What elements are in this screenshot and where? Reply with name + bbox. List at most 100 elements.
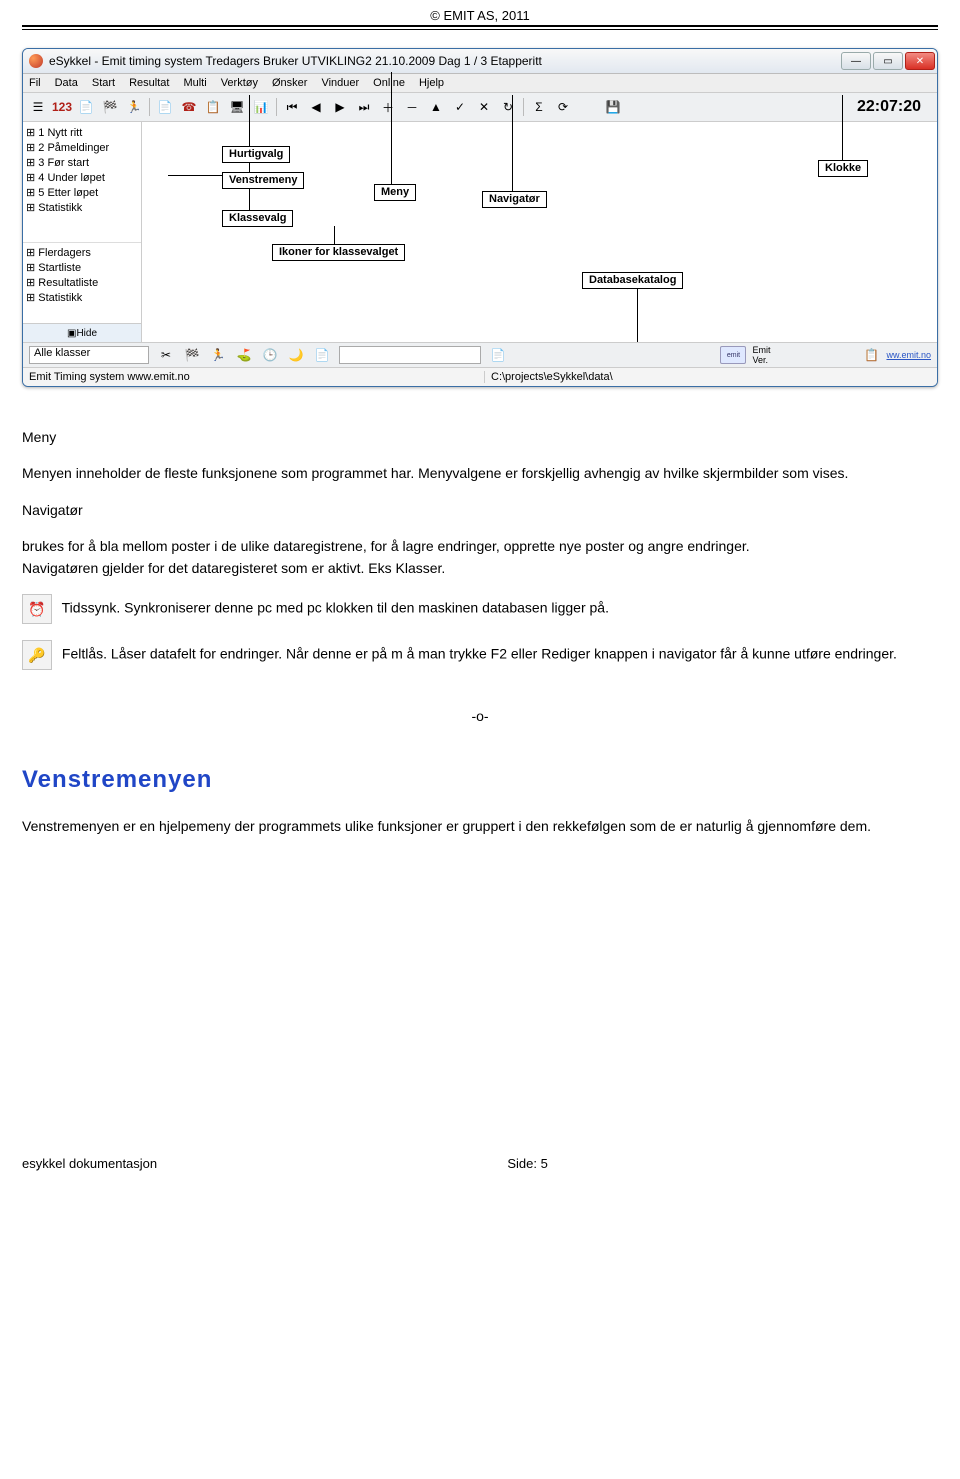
nav-item[interactable]: ⊞ 4 Under løpet (26, 170, 141, 185)
nav-check-icon[interactable]: ✓ (451, 98, 469, 116)
hide-button[interactable]: ▣ Hide (23, 323, 141, 342)
bottom-icon[interactable]: 🌙 (287, 346, 305, 364)
toolbar-icon[interactable]: 📋 (204, 98, 222, 116)
tidssynk-paragraph: ⏰ Tidssynk. Synkroniserer denne pc med p… (22, 594, 938, 624)
section-text: brukes for å bla mellom poster i de ulik… (22, 536, 938, 556)
nav-refresh-icon[interactable]: ↻ (499, 98, 517, 116)
callout-line (637, 287, 638, 342)
section-heading-meny: Meny (22, 427, 938, 447)
minimize-button[interactable]: — (841, 52, 871, 70)
bottom-icon[interactable]: ⛳ (235, 346, 253, 364)
toolbar-icon[interactable]: 🖥 (228, 98, 246, 116)
bottom-icon[interactable]: 🕒 (261, 346, 279, 364)
header-rule-1 (22, 25, 938, 27)
menu-onsker[interactable]: Ønsker (272, 77, 307, 89)
toolbar-icon[interactable]: 🏁 (101, 98, 119, 116)
emit-label: Emit (752, 345, 770, 355)
nav-prev-icon[interactable]: ◀ (307, 98, 325, 116)
nav-next-icon[interactable]: ▶ (331, 98, 349, 116)
toolbar-separator (149, 98, 150, 116)
callout-line (391, 72, 392, 184)
center-pane: Hurtigvalg Venstremeny Meny Navigatør Kl… (142, 122, 937, 342)
bottom-icon[interactable]: 📋 (862, 346, 880, 364)
callout-ikoner: Ikoner for klassevalget (272, 244, 405, 261)
toolbar-icon[interactable]: 123 (53, 98, 71, 116)
save-icon[interactable]: 💾 (604, 98, 622, 116)
status-left: Emit Timing system www.emit.no (29, 371, 190, 383)
bottom-icon[interactable]: 🏃 (209, 346, 227, 364)
callout-klassevalg: Klassevalg (222, 210, 293, 227)
callout-databasekatalog: Databasekatalog (582, 272, 683, 289)
close-button[interactable]: ✕ (905, 52, 935, 70)
section-heading-navigator: Navigatør (22, 500, 938, 520)
nav-first-icon[interactable]: ⏮ (283, 98, 301, 116)
callout-line (249, 188, 250, 210)
person-icon[interactable]: 🏃 (125, 98, 143, 116)
bottom-toolbar: Alle klasser ✂ 🏁 🏃 ⛳ 🕒 🌙 📄 📄 emit Emit V… (23, 342, 937, 367)
callout-line (249, 95, 250, 146)
menu-vinduer[interactable]: Vinduer (321, 77, 359, 89)
bottom-icon[interactable]: ✂ (157, 346, 175, 364)
nav-cancel-icon[interactable]: ✕ (475, 98, 493, 116)
callout-venstremeny: Venstremeny (222, 172, 304, 189)
toolbar-icon[interactable]: ⟳ (554, 98, 572, 116)
app-window: eSykkel - Emit timing system Tredagers B… (22, 48, 938, 387)
bottom-icon[interactable]: 📄 (313, 346, 331, 364)
nav-del-icon[interactable]: － (403, 98, 421, 116)
feltlaas-icon: 🔑 (22, 640, 52, 670)
phone-icon[interactable]: ☎ (180, 98, 198, 116)
nav-item[interactable]: ⊞ Startliste (26, 260, 141, 275)
sigma-icon[interactable]: Σ (530, 98, 548, 116)
nav-last-icon[interactable]: ⏭ (355, 98, 373, 116)
clock: 22:07:20 (857, 98, 931, 116)
toolbar-icon[interactable]: 📄 (77, 98, 95, 116)
emit-logo: emit (720, 346, 746, 364)
nav-add-icon[interactable]: ＋ (379, 98, 397, 116)
section-text: Navigatøren gjelder for det dataregister… (22, 558, 938, 578)
callout-klokke: Klokke (818, 160, 868, 177)
menu-fil[interactable]: Fil (29, 77, 41, 89)
menu-resultat[interactable]: Resultat (129, 77, 169, 89)
callout-meny: Meny (374, 184, 416, 201)
menu-hjelp[interactable]: Hjelp (419, 77, 444, 89)
bottom-icon[interactable]: 🏁 (183, 346, 201, 364)
nav-item[interactable]: ⊞ 5 Etter løpet (26, 185, 141, 200)
nav-item[interactable]: ⊞ 2 Påmeldinger (26, 140, 141, 155)
app-icon (29, 54, 43, 68)
nav-item[interactable]: ⊞ 1 Nytt ritt (26, 125, 141, 140)
menu-start[interactable]: Start (92, 77, 115, 89)
toolbar: ☰ 123 📄 🏁 🏃 📄 ☎ 📋 🖥 📊 ⏮ ◀ ▶ ⏭ ＋ － ▲ ✓ ✕ … (23, 93, 937, 122)
heading-venstremenyen: Venstremenyen (22, 763, 938, 798)
menu-multi[interactable]: Multi (183, 77, 206, 89)
footer-page: Side: 5 (507, 1156, 547, 1171)
bottom-icon[interactable]: 📄 (489, 346, 507, 364)
footer-left: esykkel dokumentasjon (22, 1156, 157, 1171)
status-path: C:\projects\eSykkel\data\ (484, 371, 771, 383)
window-buttons: — ▭ ✕ (841, 52, 935, 70)
toolbar-separator (523, 98, 524, 116)
maximize-button[interactable]: ▭ (873, 52, 903, 70)
menu-data[interactable]: Data (55, 77, 78, 89)
menu-verktoy[interactable]: Verktøy (221, 77, 258, 89)
class-selector[interactable]: Alle klasser (29, 346, 149, 364)
callout-hurtigvalg: Hurtigvalg (222, 146, 290, 163)
emit-link[interactable]: ww.emit.no (886, 350, 931, 360)
callout-line (842, 95, 843, 160)
ver-label: Ver. (752, 355, 770, 365)
window-body: ⊞ 1 Nytt ritt ⊞ 2 Påmeldinger ⊞ 3 Før st… (23, 122, 937, 342)
toolbar-icon[interactable]: ☰ (29, 98, 47, 116)
nav-item[interactable]: ⊞ Flerdagers (26, 245, 141, 260)
nav-item[interactable]: ⊞ Statistikk (26, 200, 141, 215)
toolbar-icon[interactable]: 📄 (156, 98, 174, 116)
nav-item[interactable]: ⊞ Statistikk (26, 290, 141, 305)
bottom-input[interactable] (339, 346, 481, 364)
nav-item[interactable]: ⊞ 3 Før start (26, 155, 141, 170)
page-header: © EMIT AS, 2011 (22, 6, 938, 23)
nav-edit-icon[interactable]: ▲ (427, 98, 445, 116)
nav-item[interactable]: ⊞ Resultatliste (26, 275, 141, 290)
window-titlebar: eSykkel - Emit timing system Tredagers B… (23, 49, 937, 74)
header-rule-2 (22, 29, 938, 30)
callout-line (334, 226, 335, 244)
menu-online[interactable]: Online (373, 77, 405, 89)
toolbar-icon[interactable]: 📊 (252, 98, 270, 116)
